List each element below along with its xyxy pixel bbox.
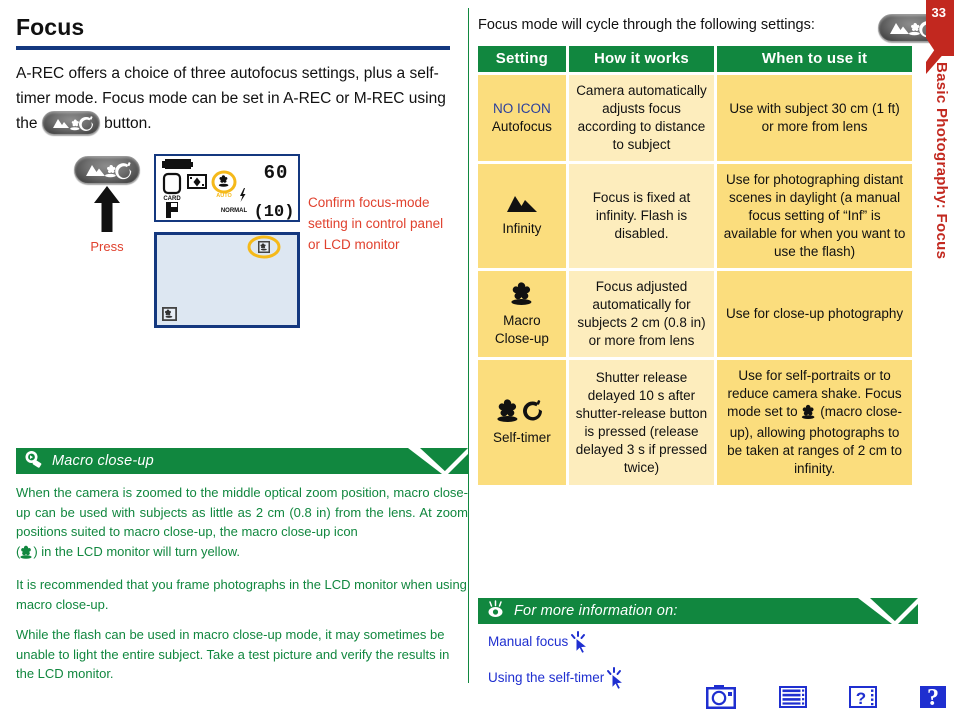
- info-box-header: For more information on:: [478, 598, 918, 624]
- tip-paragraph-1-text: When the camera is zoomed to the middle …: [16, 485, 468, 539]
- lcd-monitor-preview: [154, 232, 300, 328]
- link-label: Using the self-timer: [488, 670, 605, 685]
- quality-label: NORMAL: [221, 208, 248, 214]
- side-chapter-tab: 33 Basic Photography: Focus: [918, 0, 954, 300]
- press-button-group: Press: [52, 156, 162, 254]
- macro-closeup-tip-box: Macro close-up When the camera is zoomed…: [16, 448, 468, 695]
- cell-how-selftimer: Shutter release delayed 10 s after shutt…: [568, 360, 715, 485]
- menu-list-icon[interactable]: [778, 684, 807, 710]
- table-row: Macro Close-up Focus adjusted automatical…: [478, 271, 912, 357]
- svg-text:?: ?: [927, 685, 939, 710]
- right-column: Focus mode will cycle through the follow…: [478, 0, 918, 488]
- table-lead-text: Focus mode will cycle through the follow…: [478, 17, 815, 33]
- tip-box-header: Macro close-up: [16, 448, 468, 474]
- cursor-icon: [570, 631, 592, 658]
- cell-when-selftimer: Use for self-portraits or to reduce came…: [717, 360, 912, 485]
- index-help-icon[interactable]: ?: [849, 684, 878, 710]
- setting-name: Macro Close-up: [494, 312, 549, 346]
- setting-name: Infinity: [502, 221, 542, 236]
- press-arrow-icon: [52, 186, 162, 237]
- tip-paragraph-1: When the camera is zoomed to the middle …: [16, 483, 468, 564]
- table-row: Infinity Focus is fixed at infinity. Fla…: [478, 164, 912, 268]
- table-header-row: Setting How it works When to use it: [478, 46, 912, 72]
- cell-when-infinity: Use for photographing distant scenes in …: [717, 164, 912, 268]
- cell-when-autofocus: Use with subject 30 cm (1 ft) or more fr…: [717, 75, 912, 161]
- focus-settings-table: Setting How it works When to use it NO I…: [475, 43, 915, 488]
- tip-paragraph-3: While the flash can be used in macro clo…: [16, 627, 450, 681]
- flower-timer-icon: [484, 398, 560, 427]
- tip-box-body: When the camera is zoomed to the middle …: [16, 474, 468, 684]
- flower-icon: [484, 281, 560, 310]
- column-divider: [468, 8, 469, 683]
- column-header-when-to-use: When to use it: [717, 46, 912, 72]
- magnifier-icon: [24, 450, 44, 473]
- cell-setting-infinity: Infinity: [478, 164, 566, 268]
- tip-paragraph-1-tail: ) in the LCD monitor will turn yellow.: [33, 543, 240, 559]
- press-label: Press: [90, 239, 124, 254]
- table-row: NO ICON Autofocus Camera automatically a…: [478, 75, 912, 161]
- mountain-icon: [484, 194, 560, 218]
- flower-icon: [20, 545, 33, 565]
- confirm-note: Confirm focus-mode setting in control pa…: [308, 195, 444, 252]
- cell-when-macro: Use for close-up photography: [717, 271, 912, 357]
- cell-how-macro: Focus adjusted automatically for subject…: [568, 271, 715, 357]
- flower-icon: [801, 404, 816, 424]
- tip-box-title: Macro close-up: [52, 453, 154, 469]
- cell-setting-selftimer: Self-timer: [478, 360, 566, 485]
- header-notch-decoration: [858, 598, 918, 624]
- link-label: Manual focus: [488, 634, 569, 649]
- macro-auto-label: AUTO: [216, 193, 232, 199]
- info-box-title: For more information on:: [514, 603, 678, 619]
- cell-how-infinity: Focus is fixed at infinity. Flash is dis…: [568, 164, 715, 268]
- manual-page: Focus A-REC offers a choice of three aut…: [0, 0, 954, 716]
- setting-name: Autofocus: [491, 119, 552, 134]
- shutter-speed: 60: [264, 162, 289, 184]
- eye-idea-icon: [486, 599, 506, 624]
- column-header-how-it-works: How it works: [568, 46, 715, 72]
- column-header-setting: Setting: [478, 46, 566, 72]
- card-label: CARD: [163, 196, 181, 202]
- setting-name: Self-timer: [493, 430, 551, 445]
- focus-illustration: Press CARD NORMAL AUTO 60 (10) Confirm f…: [16, 154, 460, 344]
- bottom-navigation: ? ?: [706, 682, 946, 712]
- cell-setting-autofocus: NO ICON Autofocus: [478, 75, 566, 161]
- cell-how-autofocus: Camera automatically adjusts focus accor…: [568, 75, 715, 161]
- camera-icon[interactable]: [706, 684, 736, 710]
- header-notch-decoration: [408, 448, 468, 474]
- intro-text-after: button.: [99, 115, 152, 132]
- tip-paragraph-2: It is recommended that you frame photogr…: [16, 577, 467, 612]
- cell-setting-macro: Macro Close-up: [478, 271, 566, 357]
- chapter-title: Basic Photography: Focus: [933, 62, 950, 260]
- link-manual-focus[interactable]: Manual focus: [488, 631, 918, 658]
- table-row: Self-timer Shutter release delayed 10 s …: [478, 360, 912, 485]
- intro-paragraph: A-REC offers a choice of three autofocus…: [16, 61, 460, 136]
- title-divider: [16, 46, 450, 50]
- frames-remaining: (10): [254, 203, 295, 220]
- question-mark-icon[interactable]: ?: [919, 684, 946, 711]
- focus-mode-button-illustration[interactable]: [74, 156, 140, 184]
- focus-mode-button-inline[interactable]: [41, 111, 100, 135]
- svg-text:?: ?: [856, 689, 866, 708]
- page-title: Focus: [16, 14, 85, 40]
- cursor-icon: [606, 667, 628, 694]
- no-icon-label: NO ICON: [493, 101, 551, 116]
- page-number: 33: [931, 5, 946, 20]
- control-panel-display: CARD NORMAL AUTO 60 (10): [154, 154, 300, 222]
